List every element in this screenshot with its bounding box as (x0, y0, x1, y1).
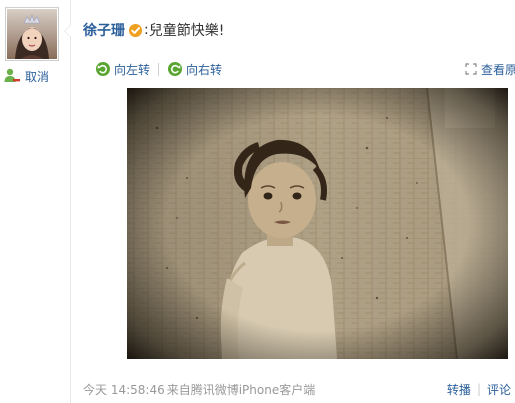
repost-button[interactable]: 转播 (447, 381, 471, 398)
post-source[interactable]: 来自腾讯微博iPhone客户端 (167, 381, 316, 398)
post-photo[interactable] (127, 88, 508, 359)
rotate-right-button[interactable]: 向右转 (167, 61, 222, 78)
username-link[interactable]: 徐子珊 (83, 20, 125, 40)
post-header: 徐子珊 : 兒童節快樂! (83, 20, 224, 40)
person-minus-icon (4, 68, 20, 82)
avatar[interactable] (5, 7, 59, 61)
unfollow-label: 取消 (25, 69, 50, 84)
verified-badge-icon (128, 23, 143, 37)
post-footer: 今天 14:58:46 来自腾讯微博iPhone客户端 转播 | 评论 (83, 380, 511, 398)
view-original-label: 查看原 (480, 62, 515, 77)
comment-button[interactable]: 评论 (487, 381, 511, 398)
post-card: 徐子珊 : 兒童節快樂! 向左转 向右转 查看原 今天 14:58:46 来自腾… (64, 0, 515, 403)
rotate-right-label: 向右转 (186, 62, 223, 77)
rotate-left-label: 向左转 (114, 62, 151, 77)
image-toolbar: 向左转 向右转 (95, 59, 222, 79)
rotate-right-icon (168, 62, 183, 76)
unfollow-button[interactable]: 取消 (3, 66, 49, 86)
avatar-image (7, 9, 57, 59)
rotate-left-icon (96, 62, 110, 76)
child-photo (127, 88, 508, 359)
actions-separator: | (476, 382, 481, 396)
enlarge-icon (465, 63, 477, 75)
post-text: 兒童節快樂! (148, 23, 225, 39)
toolbar-divider (158, 62, 160, 76)
view-original-button[interactable]: 查看原 (465, 59, 515, 79)
post-actions: 转播 | 评论 (447, 381, 511, 398)
rotate-left-button[interactable]: 向左转 (95, 61, 150, 78)
post-time: 今天 14:58:46 (83, 382, 165, 397)
